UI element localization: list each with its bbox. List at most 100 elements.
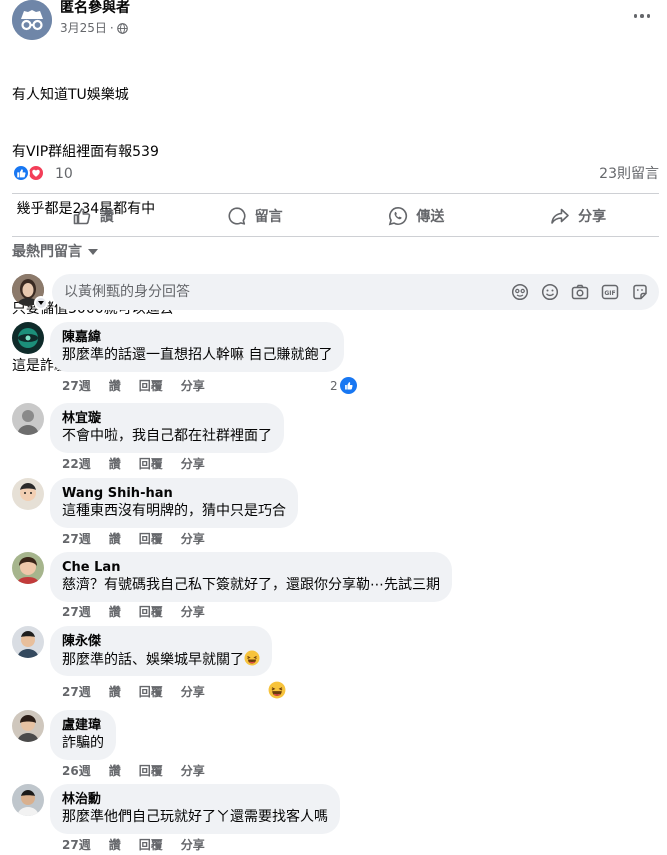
- commenter-name[interactable]: Wang Shih-han: [62, 486, 286, 502]
- commenter-name[interactable]: 林宜璇: [62, 411, 272, 427]
- comment-reaction-count: 2: [330, 378, 338, 393]
- commenter-name[interactable]: 林治勳: [62, 792, 328, 808]
- post-header: 匿名參與者 3月25日 ·: [12, 0, 657, 40]
- comment-share-button[interactable]: 分享: [181, 604, 205, 620]
- comment-time[interactable]: 22週: [62, 456, 91, 472]
- comment-composer: 以黃俐甄的身分回答 GIF: [12, 274, 659, 310]
- post-line: 有VIP群組裡面有報539: [12, 144, 159, 160]
- comment-bubble: 林治勳 那麼準他們自己玩就好了ㄚ還需要找客人嗎: [50, 784, 340, 834]
- comment-input[interactable]: 以黃俐甄的身分回答 GIF: [52, 274, 659, 310]
- commenter-name[interactable]: Che Lan: [62, 560, 440, 576]
- comment-item: Che Lan 慈濟？有號碼我自己私下簽就好了，還跟你分享勒⋯先試三期 27週 …: [12, 552, 659, 622]
- thumbs-up-icon: [73, 208, 91, 225]
- commenter-name[interactable]: 陳嘉緯: [62, 330, 332, 346]
- comment-item: 林治勳 那麼準他們自己玩就好了ㄚ還需要找客人嗎 27週 讚 回覆 分享: [12, 784, 659, 854]
- haha-reaction-icon: [268, 681, 286, 699]
- comment-text: 那麼準的話、娛樂城早就關了: [62, 650, 260, 670]
- comment-button[interactable]: 留言: [174, 198, 336, 234]
- comment-share-button[interactable]: 分享: [181, 684, 205, 700]
- gif-icon[interactable]: GIF: [601, 282, 619, 302]
- comment-time[interactable]: 26週: [62, 763, 91, 779]
- commenter-avatar[interactable]: [12, 403, 44, 435]
- post-line: 有人知道TU娛樂城: [12, 87, 129, 103]
- comment-reply-button[interactable]: 回覆: [139, 378, 163, 394]
- comment-like-button[interactable]: 讚: [109, 378, 121, 394]
- comment-reply-button[interactable]: 回覆: [139, 763, 163, 779]
- comment-label: 留言: [254, 209, 283, 225]
- comment-item: Wang Shih-han 這種東西沒有明牌的，猜中只是巧合 27週 讚 回覆 …: [12, 478, 659, 548]
- comment-time[interactable]: 27週: [62, 837, 91, 853]
- comment-like-button[interactable]: 讚: [109, 456, 121, 472]
- comment-text: 這種東西沒有明牌的，猜中只是巧合: [62, 503, 286, 519]
- comment-like-button[interactable]: 讚: [109, 763, 121, 779]
- comment-bubble: 陳嘉緯 那麼準的話還一直想招人幹嘛 自己賺就飽了: [50, 322, 345, 372]
- comment-actions: 27週 讚 回覆 分享: [62, 837, 205, 853]
- comment-item: 陳永傑 那麼準的話、娛樂城早就關了 27週 讚 回覆 分享: [12, 626, 659, 702]
- comment-text: 慈濟？有號碼我自己私下簽就好了，還跟你分享勒⋯先試三期: [62, 577, 440, 593]
- commenter-avatar[interactable]: [12, 784, 44, 816]
- anonymous-avatar[interactable]: [12, 0, 52, 40]
- like-button[interactable]: 讚: [12, 198, 174, 234]
- whatsapp-icon: [389, 206, 408, 226]
- commenter-name[interactable]: 陳永傑: [62, 634, 260, 650]
- send-button[interactable]: 傳送: [336, 198, 498, 234]
- comment-share-button[interactable]: 分享: [181, 456, 205, 472]
- commenter-avatar[interactable]: [12, 322, 44, 354]
- comment-text: 詐騙的: [62, 735, 104, 751]
- comment-text: 不會中啦，我自己都在社群裡面了: [62, 428, 272, 444]
- commenter-name[interactable]: 盧建瑋: [62, 718, 104, 734]
- comment-bubble: 盧建瑋 詐騙的: [50, 710, 116, 760]
- post-author[interactable]: 匿名參與者: [60, 0, 130, 16]
- comment-share-button[interactable]: 分享: [181, 531, 205, 547]
- reaction-count[interactable]: 10: [55, 165, 73, 183]
- share-icon: [551, 208, 569, 224]
- comment-reactions[interactable]: [268, 681, 286, 699]
- comment-reply-button[interactable]: 回覆: [139, 837, 163, 853]
- comment-like-button[interactable]: 讚: [109, 684, 121, 700]
- comment-text-body: 那麼準的話、娛樂城早就關了: [62, 652, 244, 668]
- comment-bubble: 林宜璇 不會中啦，我自己都在社群裡面了: [50, 403, 284, 453]
- comment-reply-button[interactable]: 回覆: [139, 531, 163, 547]
- chevron-down-icon[interactable]: [34, 296, 48, 310]
- comment-bubble: Wang Shih-han 這種東西沒有明牌的，猜中只是巧合: [50, 478, 298, 528]
- comment-input-placeholder: 以黃俐甄的身分回答: [64, 284, 190, 300]
- comment-reply-button[interactable]: 回覆: [139, 604, 163, 620]
- comment-like-button[interactable]: 讚: [109, 837, 121, 853]
- emoji-icon[interactable]: [541, 282, 559, 302]
- divider: [12, 236, 659, 237]
- comment-share-button[interactable]: 分享: [181, 763, 205, 779]
- comment-time[interactable]: 27週: [62, 604, 91, 620]
- comment-actions: 26週 讚 回覆 分享: [62, 763, 205, 779]
- comment-time[interactable]: 27週: [62, 378, 91, 394]
- avatar-sticker-icon[interactable]: [511, 282, 529, 302]
- sticker-icon[interactable]: [631, 282, 649, 302]
- comment-item: 盧建瑋 詐騙的 26週 讚 回覆 分享: [12, 710, 659, 780]
- camera-icon[interactable]: [571, 282, 589, 302]
- globe-icon: [116, 22, 128, 34]
- commenter-avatar[interactable]: [12, 552, 44, 584]
- comment-reply-button[interactable]: 回覆: [139, 684, 163, 700]
- comment-item: 林宜璇 不會中啦，我自己都在社群裡面了 22週 讚 回覆 分享: [12, 403, 659, 473]
- commenter-avatar[interactable]: [12, 478, 44, 510]
- comment-like-button[interactable]: 讚: [109, 531, 121, 547]
- commenter-avatar[interactable]: [12, 626, 44, 658]
- comment-count[interactable]: 23則留言: [599, 165, 659, 183]
- comment-sort-dropdown[interactable]: 最熱門留言: [12, 243, 98, 261]
- like-reaction-icon[interactable]: [12, 164, 30, 182]
- comment-like-button[interactable]: 讚: [109, 604, 121, 620]
- comment-reactions[interactable]: 2: [330, 377, 357, 394]
- comment-time[interactable]: 27週: [62, 531, 91, 547]
- comment-actions: 27週 讚 回覆 分享: [62, 684, 205, 700]
- post-meta: 3月25日 ·: [60, 20, 128, 36]
- comment-reply-button[interactable]: 回覆: [139, 456, 163, 472]
- more-options-icon[interactable]: [629, 6, 655, 26]
- comment-time[interactable]: 27週: [62, 684, 91, 700]
- comment-share-button[interactable]: 分享: [181, 837, 205, 853]
- laughing-emoji-icon: [244, 650, 260, 666]
- anonymous-member-icon: [12, 0, 52, 40]
- comment-share-button[interactable]: 分享: [181, 378, 205, 394]
- commenter-avatar[interactable]: [12, 710, 44, 742]
- post-date[interactable]: 3月25日: [60, 20, 107, 36]
- share-button[interactable]: 分享: [497, 198, 659, 234]
- comment-actions: 27週 讚 回覆 分享: [62, 531, 205, 547]
